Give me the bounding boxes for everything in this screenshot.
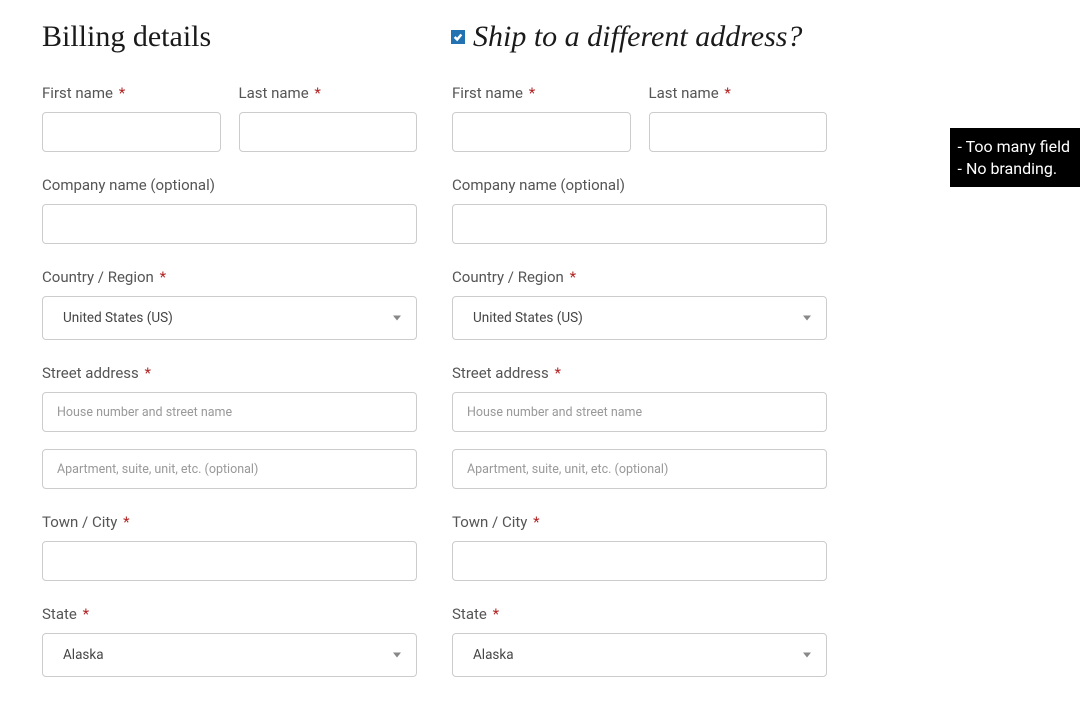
billing-city-field: Town / City * — [42, 513, 417, 581]
required-asterisk: * — [533, 513, 539, 531]
required-asterisk: * — [145, 364, 151, 382]
billing-last-name-field: Last name * — [239, 84, 418, 152]
shipping-street1-input[interactable] — [452, 392, 827, 432]
shipping-street-field: Street address * — [452, 364, 827, 489]
billing-company-label: Company name (optional) — [42, 176, 417, 194]
shipping-first-name-input[interactable] — [452, 112, 631, 152]
shipping-first-name-label: First name * — [452, 84, 631, 102]
billing-company-field: Company name (optional) — [42, 176, 417, 244]
billing-country-select[interactable]: United States (US) — [42, 296, 417, 340]
billing-state-label: State * — [42, 605, 417, 623]
billing-city-label: Town / City * — [42, 513, 417, 531]
annotation-line: - Too many field — [958, 136, 1070, 158]
required-asterisk: * — [724, 84, 730, 102]
shipping-last-name-label: Last name * — [649, 84, 828, 102]
shipping-city-label: Town / City * — [452, 513, 827, 531]
billing-column: Billing details First name * Last name *… — [42, 20, 417, 701]
billing-first-name-field: First name * — [42, 84, 221, 152]
annotation-overlay: - Too many field - No branding. — [950, 128, 1080, 187]
shipping-company-field: Company name (optional) — [452, 176, 827, 244]
required-asterisk: * — [555, 364, 561, 382]
shipping-city-field: Town / City * — [452, 513, 827, 581]
billing-state-select[interactable]: Alaska — [42, 633, 417, 677]
required-asterisk: * — [529, 84, 535, 102]
billing-state-field: State * Alaska — [42, 605, 417, 677]
shipping-first-name-field: First name * — [452, 84, 631, 152]
shipping-company-label: Company name (optional) — [452, 176, 827, 194]
shipping-title: Ship to a different address? — [451, 20, 827, 54]
billing-title: Billing details — [42, 20, 417, 54]
billing-street2-input[interactable] — [42, 449, 417, 489]
check-icon — [453, 32, 463, 42]
billing-first-name-input[interactable] — [42, 112, 221, 152]
billing-street1-input[interactable] — [42, 392, 417, 432]
billing-last-name-label: Last name * — [239, 84, 418, 102]
shipping-company-input[interactable] — [452, 204, 827, 244]
shipping-country-label: Country / Region * — [452, 268, 827, 286]
billing-first-name-label: First name * — [42, 84, 221, 102]
shipping-state-select[interactable]: Alaska — [452, 633, 827, 677]
shipping-country-field: Country / Region * United States (US) — [452, 268, 827, 340]
shipping-last-name-field: Last name * — [649, 84, 828, 152]
shipping-last-name-input[interactable] — [649, 112, 828, 152]
billing-company-input[interactable] — [42, 204, 417, 244]
billing-country-label: Country / Region * — [42, 268, 417, 286]
shipping-state-field: State * Alaska — [452, 605, 827, 677]
billing-street-label: Street address * — [42, 364, 417, 382]
billing-street-field: Street address * — [42, 364, 417, 489]
required-asterisk: * — [570, 268, 576, 286]
ship-different-checkbox[interactable] — [451, 30, 465, 44]
shipping-state-label: State * — [452, 605, 827, 623]
shipping-column: Ship to a different address? First name … — [452, 20, 827, 701]
required-asterisk: * — [314, 84, 320, 102]
billing-country-field: Country / Region * United States (US) — [42, 268, 417, 340]
shipping-street2-input[interactable] — [452, 449, 827, 489]
shipping-city-input[interactable] — [452, 541, 827, 581]
annotation-line: - No branding. — [958, 158, 1070, 180]
required-asterisk: * — [119, 84, 125, 102]
shipping-street-label: Street address * — [452, 364, 827, 382]
billing-city-input[interactable] — [42, 541, 417, 581]
required-asterisk: * — [160, 268, 166, 286]
required-asterisk: * — [83, 605, 89, 623]
shipping-country-select[interactable]: United States (US) — [452, 296, 827, 340]
billing-last-name-input[interactable] — [239, 112, 418, 152]
required-asterisk: * — [493, 605, 499, 623]
required-asterisk: * — [123, 513, 129, 531]
